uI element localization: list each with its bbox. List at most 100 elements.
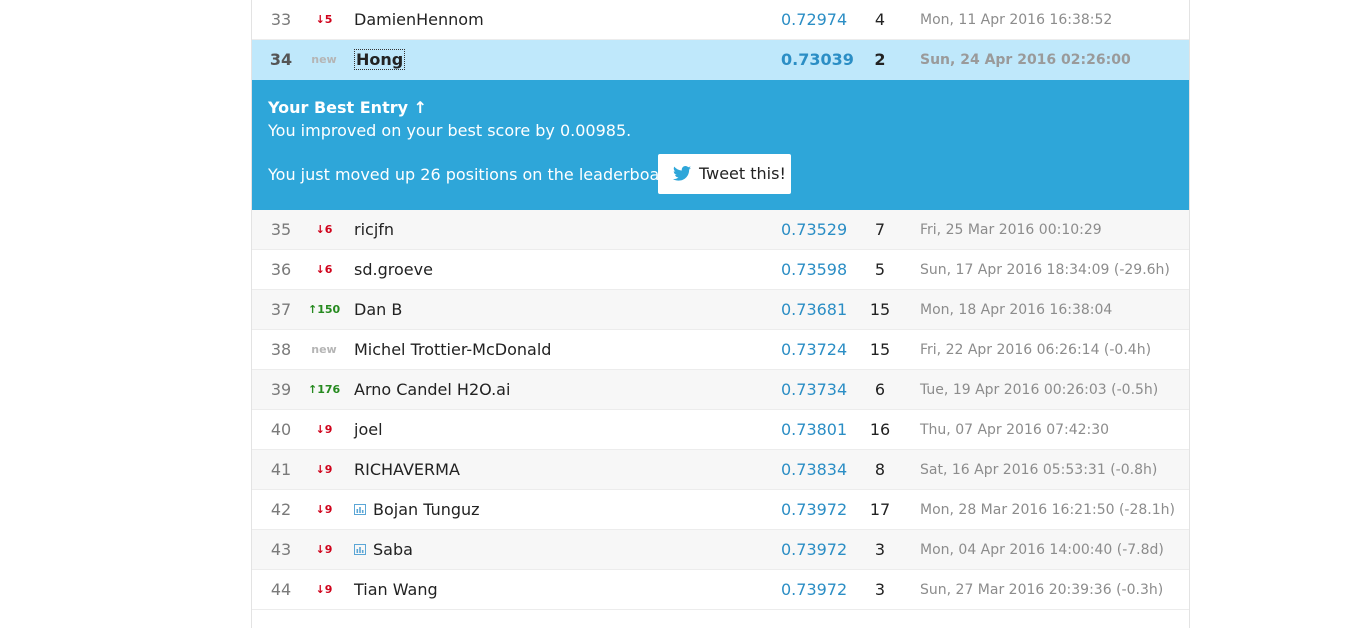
tweet-button[interactable]: Tweet this! bbox=[658, 154, 791, 194]
rank-change: ↓9 bbox=[315, 423, 333, 436]
rank-change: ↓6 bbox=[315, 263, 333, 276]
rank: 38 bbox=[270, 340, 292, 359]
leaderboard-row[interactable]: 40 ↓9 joel 0.73801 16 Thu, 07 Apr 2016 07:42:… bbox=[252, 410, 1189, 450]
rank: 33 bbox=[270, 10, 292, 29]
team-name-link[interactable]: DamienHennom bbox=[354, 10, 484, 29]
rank: 34 bbox=[269, 50, 293, 69]
moved-up-message: You just moved up 26 positions on the le… bbox=[268, 165, 681, 184]
team-name[interactable]: Michel Trottier-McDonald bbox=[354, 330, 551, 370]
entries-count: 4 bbox=[874, 10, 886, 29]
rank: 37 bbox=[270, 300, 292, 319]
team-chart-icon[interactable] bbox=[354, 503, 366, 515]
team-name[interactable]: ricjfn bbox=[354, 210, 394, 250]
score: 0.73972 bbox=[781, 500, 848, 519]
twitter-bird-icon bbox=[673, 165, 691, 181]
last-submission: Tue, 19 Apr 2016 00:26:03 (-0.5h) bbox=[920, 382, 1159, 398]
leaderboard-row[interactable]: 35 ↓6 ricjfn 0.73529 7 Fri, 25 Mar 2016 00:10… bbox=[252, 210, 1189, 250]
entries-count: 8 bbox=[874, 460, 886, 479]
score: 0.73529 bbox=[781, 220, 848, 239]
entries-count: 5 bbox=[874, 260, 886, 279]
last-submission: Mon, 04 Apr 2016 14:00:40 (-7.8d) bbox=[920, 542, 1164, 558]
rank: 43 bbox=[270, 540, 292, 559]
rank-change: ↓9 bbox=[315, 463, 333, 476]
last-submission: Fri, 22 Apr 2016 06:26:14 (-0.4h) bbox=[920, 342, 1152, 358]
score: 0.73801 bbox=[781, 420, 848, 439]
team-name-link[interactable]: ricjfn bbox=[354, 220, 394, 239]
team-name-link[interactable]: Tian Wang bbox=[354, 580, 438, 599]
rank: 36 bbox=[270, 260, 292, 279]
team-name-link[interactable]: Saba bbox=[373, 540, 413, 559]
last-submission: Fri, 25 Mar 2016 00:10:29 bbox=[920, 222, 1102, 238]
rank-change: ↓5 bbox=[315, 13, 333, 26]
entries-count: 6 bbox=[874, 380, 886, 399]
entries-count: 3 bbox=[874, 540, 886, 559]
team-name-link[interactable]: Dan B bbox=[354, 300, 402, 319]
score: 0.73972 bbox=[781, 580, 848, 599]
score: 0.72974 bbox=[781, 10, 848, 29]
tweet-label: Tweet this! bbox=[699, 164, 786, 183]
last-submission: Mon, 11 Apr 2016 16:38:52 bbox=[920, 12, 1113, 28]
rank: 41 bbox=[270, 460, 292, 479]
team-name[interactable]: Hong bbox=[354, 40, 406, 80]
best-entry-banner: Your Best Entry ↑ You improved on your b… bbox=[252, 80, 1189, 210]
team-name[interactable]: RICHAVERMA bbox=[354, 450, 460, 490]
leaderboard-row[interactable]: 36 ↓6 sd.groeve 0.73598 5 Sun, 17 Apr 2016 18… bbox=[252, 250, 1189, 290]
last-submission: Mon, 18 Apr 2016 16:38:04 bbox=[920, 302, 1113, 318]
leaderboard-row[interactable]: 33 ↓5 DamienHennom 0.72974 4 Mon, 11 Apr 2016… bbox=[252, 0, 1189, 40]
team-name[interactable]: Dan B bbox=[354, 290, 402, 330]
rank-change: ↑150 bbox=[308, 303, 341, 316]
rank: 44 bbox=[270, 580, 292, 599]
entries-count: 7 bbox=[874, 220, 886, 239]
entries-count: 16 bbox=[869, 420, 891, 439]
rank: 42 bbox=[270, 500, 292, 519]
team-name[interactable]: Saba bbox=[354, 530, 413, 570]
entries-count: 3 bbox=[874, 580, 886, 599]
team-name[interactable]: Bojan Tunguz bbox=[354, 490, 480, 530]
team-name-link[interactable]: Hong bbox=[354, 49, 406, 70]
team-name-link[interactable]: sd.groeve bbox=[354, 260, 433, 279]
rank-change: ↓6 bbox=[315, 223, 333, 236]
leaderboard-row[interactable]: 42 ↓9 Bojan Tunguz 0.73972 17 Mon, 28 Mar 201… bbox=[252, 490, 1189, 530]
team-name-link[interactable]: joel bbox=[354, 420, 383, 439]
team-name-link[interactable]: Bojan Tunguz bbox=[373, 500, 480, 519]
entries-count: 15 bbox=[869, 300, 891, 319]
rank-change: ↓9 bbox=[315, 543, 333, 556]
team-name-link[interactable]: Michel Trottier-McDonald bbox=[354, 340, 551, 359]
team-name[interactable]: Arno Candel H2O.ai bbox=[354, 370, 510, 410]
last-submission: Sat, 16 Apr 2016 05:53:31 (-0.8h) bbox=[920, 462, 1158, 478]
score: 0.73598 bbox=[781, 260, 848, 279]
leaderboard-row[interactable]: 38 new Michel Trottier-McDonald 0.73724 15 Fr… bbox=[252, 330, 1189, 370]
last-submission: Sun, 24 Apr 2016 02:26:00 bbox=[920, 52, 1131, 68]
best-entry-title: Your Best Entry ↑ bbox=[268, 98, 428, 117]
last-submission: Sun, 17 Apr 2016 18:34:09 (-29.6h) bbox=[920, 262, 1170, 278]
leaderboard-row[interactable]: 41 ↓9 RICHAVERMA 0.73834 8 Sat, 16 Apr 2016 0… bbox=[252, 450, 1189, 490]
last-submission: Mon, 28 Mar 2016 16:21:50 (-28.1h) bbox=[920, 502, 1175, 518]
score: 0.73972 bbox=[781, 540, 848, 559]
rank-change: ↑176 bbox=[308, 383, 341, 396]
team-name[interactable]: sd.groeve bbox=[354, 250, 433, 290]
last-submission: Sun, 27 Mar 2016 20:39:36 (-0.3h) bbox=[920, 582, 1164, 598]
team-name-link[interactable]: RICHAVERMA bbox=[354, 460, 460, 479]
leaderboard-row[interactable]: 39 ↑176 Arno Candel H2O.ai 0.73734 6 Tue, 19 … bbox=[252, 370, 1189, 410]
team-name[interactable]: DamienHennom bbox=[354, 0, 484, 40]
entries-count: 17 bbox=[869, 500, 891, 519]
entries-count: 2 bbox=[874, 50, 886, 69]
team-name[interactable]: Tian Wang bbox=[354, 570, 438, 610]
score: 0.73834 bbox=[781, 460, 848, 479]
rank: 39 bbox=[270, 380, 292, 399]
my-team-row[interactable]: 34 new Hong 0.73039 2 Sun, 24 Apr 2016 0… bbox=[252, 40, 1189, 80]
rank-change: new bbox=[311, 343, 337, 356]
entries-count: 15 bbox=[869, 340, 891, 359]
improved-message: You improved on your best score by 0.009… bbox=[268, 121, 632, 140]
team-chart-icon[interactable] bbox=[354, 543, 366, 555]
rank-change: ↓9 bbox=[315, 503, 333, 516]
leaderboard-row[interactable]: 44 ↓9 Tian Wang 0.73972 3 Sun, 27 Mar 2016 20… bbox=[252, 570, 1189, 610]
rank-change: ↓9 bbox=[315, 583, 333, 596]
rank: 35 bbox=[270, 220, 292, 239]
leaderboard-row[interactable]: 37 ↑150 Dan B 0.73681 15 Mon, 18 Apr 2016 16:… bbox=[252, 290, 1189, 330]
leaderboard-row[interactable]: 43 ↓9 Saba 0.73972 3 Mon, 04 Apr 2016 14:00:4… bbox=[252, 530, 1189, 570]
team-name[interactable]: joel bbox=[354, 410, 383, 450]
leaderboard: 33 ↓5 DamienHennom 0.72974 4 Mon, 11 Apr 2016… bbox=[251, 0, 1190, 628]
last-submission: Thu, 07 Apr 2016 07:42:30 bbox=[920, 422, 1110, 438]
team-name-link[interactable]: Arno Candel H2O.ai bbox=[354, 380, 510, 399]
